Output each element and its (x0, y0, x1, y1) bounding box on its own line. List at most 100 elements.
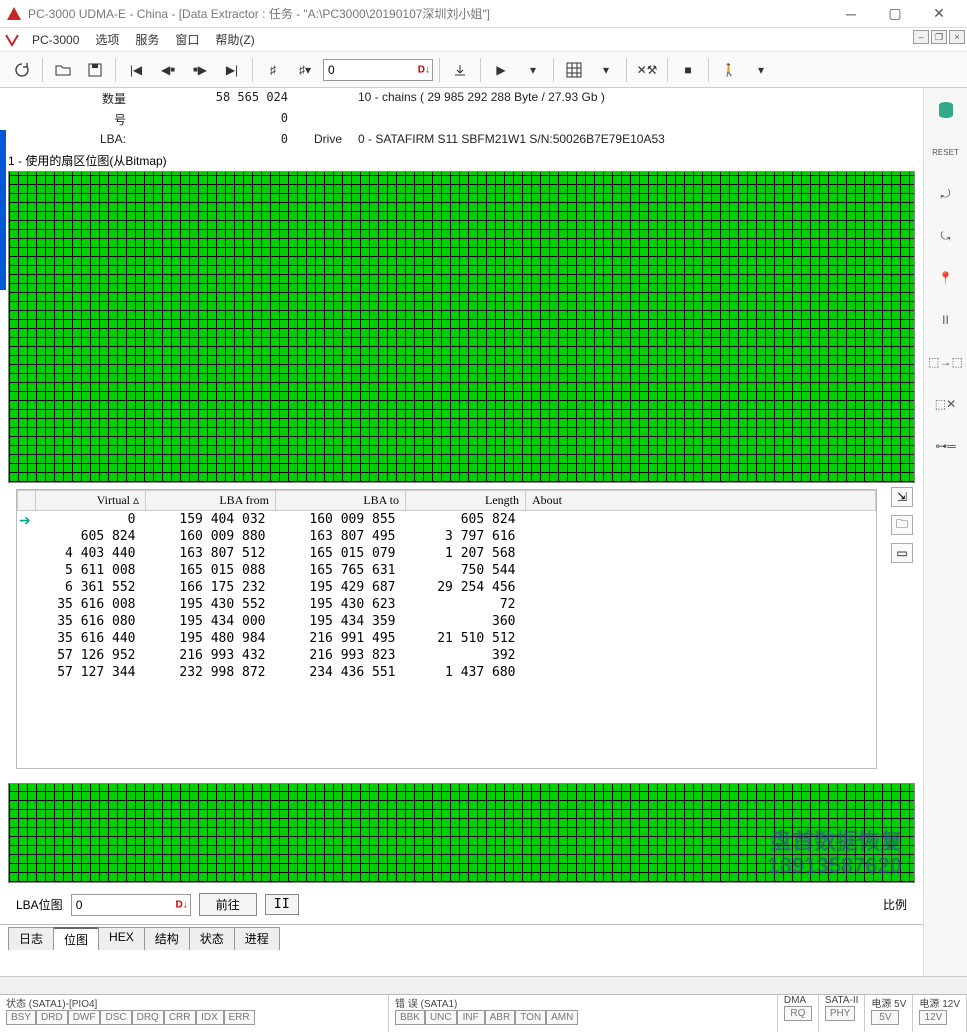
pw12-group-title: 电源 12V (919, 995, 960, 1010)
open-folder-button[interactable]: 🗀 (891, 515, 913, 535)
col-lba-from[interactable]: LBA from (146, 491, 276, 511)
flag-abr: ABR (485, 1010, 516, 1025)
flag-crr: CRR (164, 1010, 196, 1025)
map-grid-button[interactable] (560, 56, 588, 84)
lba-bitmap-input[interactable] (71, 894, 191, 916)
table-row[interactable]: 35 616 440195 480 984216 991 49521 510 5… (18, 630, 876, 647)
flag-ton: TON (515, 1010, 546, 1025)
maximize-button[interactable]: ▢ (873, 0, 917, 28)
play-dropdown-button[interactable]: ▾ (519, 56, 547, 84)
save-button[interactable] (81, 56, 109, 84)
titlebar: PC-3000 UDMA-E - China - [Data Extractor… (0, 0, 967, 28)
status-group-title: 状态 (SATA1)-[PIO4] (6, 995, 382, 1010)
table-row[interactable]: 35 616 080195 434 000195 434 359360 (18, 613, 876, 630)
lba-value: 0 (138, 132, 298, 146)
chain-table[interactable]: ➔ Virtual ▵ LBA from LBA to Length About… (16, 489, 877, 769)
goto-button[interactable]: 前往 (199, 893, 257, 916)
mdi-close-button[interactable]: × (949, 30, 965, 44)
exit-dropdown[interactable]: ▾ (747, 56, 775, 84)
db-icon[interactable] (932, 96, 960, 124)
tab-struct[interactable]: 结构 (144, 927, 190, 950)
flag-inf: INF (457, 1010, 485, 1025)
sector-bitmap-top[interactable] (8, 171, 915, 483)
link-icon[interactable]: ⬚→⬚ (932, 348, 960, 376)
pause-button[interactable]: II (265, 894, 299, 915)
pin-icon[interactable]: 📍 (932, 264, 960, 292)
tab-hex[interactable]: HEX (98, 927, 145, 950)
watermark: 盘首数据恢复 18913587620 (767, 830, 902, 878)
next-button[interactable]: ■▶ (186, 56, 214, 84)
col-virtual[interactable]: Virtual ▵ (36, 491, 146, 511)
num-value: 0 (138, 111, 298, 128)
table-row[interactable]: 0159 404 032160 009 855605 824 (18, 511, 876, 529)
step-back-icon[interactable]: ⤾ (932, 180, 960, 208)
table-row[interactable]: 35 616 008195 430 552195 430 62372 (18, 596, 876, 613)
flag-bbk: BBK (395, 1010, 425, 1025)
col-length[interactable]: Length (406, 491, 526, 511)
bitmap-panel-label: 1 - 使用的扇区位图(从Bitmap) (8, 152, 915, 169)
menu-options[interactable]: 选项 (87, 29, 127, 50)
table-row[interactable]: 57 126 952216 993 432216 993 823392 (18, 647, 876, 664)
last-button[interactable]: ▶| (218, 56, 246, 84)
table-row[interactable]: 6 361 552166 175 232195 429 68729 254 45… (18, 579, 876, 596)
first-button[interactable]: |◀ (122, 56, 150, 84)
connector-icon[interactable]: ⊶═ (932, 432, 960, 460)
mdi-minimize-button[interactable]: – (913, 30, 929, 44)
background-window-edge (0, 90, 6, 790)
stop-button[interactable]: ■ (674, 56, 702, 84)
tab-status[interactable]: 状态 (189, 927, 235, 950)
flag-dwf: DWF (68, 1010, 101, 1025)
tab-bitmap[interactable]: 位图 (53, 927, 99, 950)
window-title: PC-3000 UDMA-E - China - [Data Extractor… (28, 5, 829, 22)
tab-log[interactable]: 日志 (8, 927, 54, 950)
right-rail: RESET ⤾ ⤿ 📍 II ⬚→⬚ ⬚✕ ⊶═ (923, 88, 967, 976)
play-button[interactable]: ▶ (487, 56, 515, 84)
refresh-button[interactable] (8, 56, 36, 84)
copy-button[interactable]: ▭ (891, 543, 913, 563)
grid-button[interactable]: ♯ (259, 56, 287, 84)
sector-bitmap-bottom[interactable]: 盘首数据恢复 18913587620 (8, 783, 915, 883)
open-button[interactable] (49, 56, 77, 84)
pc3000-logo-icon (4, 32, 20, 48)
table-row[interactable]: 5 611 008165 015 088165 765 631750 544 (18, 562, 876, 579)
address-input[interactable] (323, 59, 433, 81)
minimize-button[interactable]: ─ (829, 0, 873, 28)
export-one-button[interactable]: ⇲ (891, 487, 913, 507)
lba-label: LBA: (8, 132, 138, 146)
jump-down-icon: D↓ (175, 899, 187, 910)
prev-button[interactable]: ◀■ (154, 56, 182, 84)
num-label: 号 (8, 111, 138, 128)
menu-help[interactable]: 帮助(Z) (207, 29, 262, 50)
flag-dsc: DSC (100, 1010, 131, 1025)
table-row[interactable]: 57 127 344232 998 872234 436 5511 437 68… (18, 664, 876, 681)
step-fwd-icon[interactable]: ⤿ (932, 222, 960, 250)
col-lba-to[interactable]: LBA to (276, 491, 406, 511)
close-button[interactable]: ✕ (917, 0, 961, 28)
bottom-tabs: 日志 位图 HEX 结构 状态 进程 (0, 924, 923, 950)
pause-icon[interactable]: II (932, 306, 960, 334)
qty-value: 58 565 024 (138, 90, 298, 107)
flag-5v: 5V (871, 1010, 899, 1025)
table-row[interactable]: 605 824160 009 880163 807 4953 797 616 (18, 528, 876, 545)
tools-button[interactable]: ✕⚒ (633, 56, 661, 84)
map-grid-dropdown[interactable]: ▾ (592, 56, 620, 84)
table-row[interactable]: 4 403 440163 807 512165 015 0791 207 568 (18, 545, 876, 562)
flag-idx: IDX (196, 1010, 224, 1025)
flag-drd: DRD (36, 1010, 68, 1025)
lba-bitmap-label: LBA位图 (16, 896, 63, 913)
drive-label: Drive (298, 132, 358, 146)
col-about[interactable]: About (526, 491, 876, 511)
pw5-group-title: 电源 5V (871, 995, 906, 1010)
mdi-restore-button[interactable]: ❐ (931, 30, 947, 44)
sata2-group-title: SATA-II (825, 995, 859, 1006)
grid-dropdown-button[interactable]: ♯▾ (291, 56, 319, 84)
export-button[interactable] (446, 56, 474, 84)
error-group-title: 错 误 (SATA1) (395, 995, 771, 1010)
menu-service[interactable]: 服务 (127, 29, 167, 50)
reset-icon[interactable]: RESET (932, 138, 960, 166)
tab-process[interactable]: 进程 (234, 927, 280, 950)
qty-label: 数量 (8, 90, 138, 107)
exit-button[interactable]: 🚶 (715, 56, 743, 84)
menu-window[interactable]: 窗口 (167, 29, 207, 50)
disconnect-icon[interactable]: ⬚✕ (932, 390, 960, 418)
